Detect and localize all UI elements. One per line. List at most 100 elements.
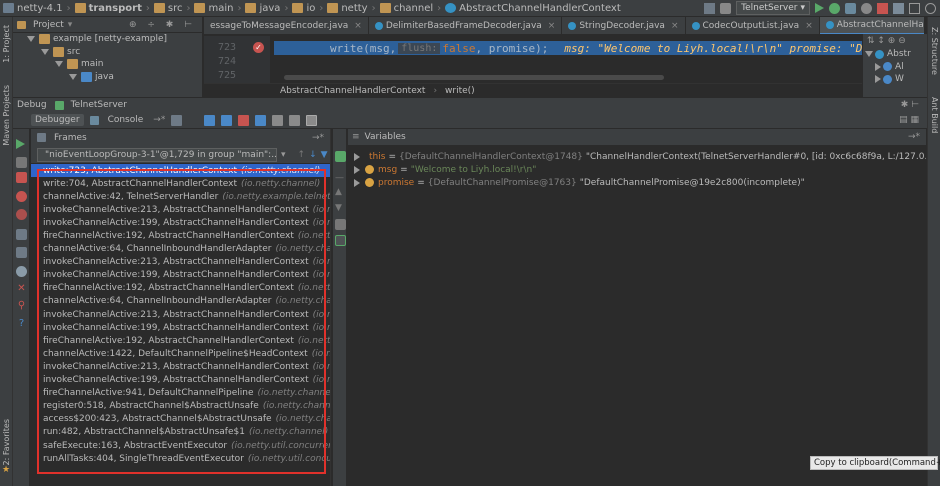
editor-tab-active[interactable]: AbstractChannelHandlerContext.java× [819,17,924,34]
frame-row[interactable]: invokeChannelActive:213, AbstractChannel… [31,308,330,321]
stop-icon[interactable] [16,172,27,183]
help-icon[interactable]: ? [16,319,27,330]
hammer-icon[interactable] [720,2,732,14]
variable-row[interactable]: promise = {DefaultChannelPromise@1763} "Def… [348,176,926,189]
restore-layout-icon[interactable] [16,247,27,258]
structure-tool-button[interactable]: Z: Structure [930,27,939,75]
close-icon[interactable]: × [805,21,813,31]
ant-build-tool-button[interactable]: Ant Build [930,97,939,133]
frame-row[interactable]: channelActive:1422, DefaultChannelPipeli… [31,347,330,360]
chevron-down-icon[interactable]: ▾ [68,20,73,30]
close-icon[interactable]: × [354,21,362,31]
structure-item[interactable]: Al [863,61,927,74]
project-tool-button[interactable]: 1: Project [2,25,11,63]
horizontal-scrollbar[interactable] [284,75,664,80]
structure-item[interactable]: W [863,73,927,86]
panel-actions-icons[interactable]: ⊕ ÷ ✱ ⊢ [129,20,196,30]
frame-row[interactable]: runAllTasks:404, SingleThreadEventExecut… [31,452,330,465]
frame-row[interactable]: invokeChannelActive:213, AbstractChannel… [31,203,330,216]
frame-row[interactable]: fireChannelActive:192, AbstractChannelHa… [31,334,330,347]
favorites-tool-button[interactable]: 2: Favorites [2,419,11,465]
frame-row[interactable]: write:704, AbstractChannelHandlerContext… [31,177,330,190]
current-execution-line[interactable]: write(msg, flush: false , promise); msg:… [274,41,924,55]
breadcrumb-item[interactable]: channel [377,3,437,14]
frame-row[interactable]: invokeChannelActive:199, AbstractChannel… [31,269,330,282]
frame-row[interactable]: access$200:423, AbstractChannel$Abstract… [31,413,330,426]
breadcrumb-item[interactable]: java [242,3,283,14]
maven-projects-tool-button[interactable]: Maven Projects [2,85,11,146]
tab-debugger[interactable]: Debugger [31,114,84,126]
tab-console[interactable]: Console [108,114,148,126]
tree-node[interactable]: src [13,46,202,59]
frame-row[interactable]: fireChannelActive:192, AbstractChannelHa… [31,282,330,295]
close-icon[interactable]: × [671,21,679,31]
force-step-into-icon[interactable] [238,114,250,126]
breadcrumb-item[interactable]: AbstractChannelHandlerContext [442,3,624,14]
breakpoint-icon[interactable]: ✓ [253,42,264,53]
frame-row[interactable]: register0:518, AbstractChannel$AbstractU… [31,400,330,413]
restore-icon[interactable]: →* [908,132,920,142]
expand-arrow-icon[interactable] [354,152,360,161]
frame-row[interactable]: channelActive:64, ChannelInboundHandlerA… [31,295,330,308]
editor-tab[interactable]: DelimiterBasedFrameDecoder.java × [369,17,563,34]
debug-session-tab[interactable]: TelnetServer [71,100,127,110]
run-to-cursor-icon[interactable] [289,114,301,126]
project-panel-title[interactable]: Project [33,20,64,30]
editor-crumb-class[interactable]: AbstractChannelHandlerContext [280,86,425,96]
breadcrumb-item[interactable]: io [289,3,318,14]
restore-icon[interactable]: →* [312,133,324,143]
debug-icon[interactable] [829,2,840,14]
layout-settings-icon[interactable]: ▤ ▦ [899,115,919,125]
breadcrumb-item[interactable]: netty [324,3,370,14]
breadcrumb-item[interactable]: src [151,3,186,14]
tree-node[interactable]: main [13,58,202,71]
move-down-icon[interactable]: ▼ [335,203,346,214]
move-up-icon[interactable]: ▲ [335,187,346,198]
profile-icon[interactable] [861,2,872,14]
step-over-icon[interactable] [204,114,216,126]
variable-row[interactable]: this = {DefaultChannelHandlerContext@1748}… [348,150,926,163]
search-icon[interactable] [925,2,936,14]
stop-icon[interactable] [877,2,888,14]
remove-watch-icon[interactable]: — [335,173,346,184]
editor-tab[interactable]: essageToMessageEncoder.java × [204,17,369,34]
step-into-icon[interactable] [221,114,233,126]
run-icon[interactable] [815,3,824,13]
frame-row[interactable]: fireChannelActive:192, AbstractChannelHa… [31,229,330,242]
breadcrumb-item[interactable]: transport [72,3,145,14]
frame-row[interactable]: invokeChannelActive:199, AbstractChannel… [31,216,330,229]
frame-row[interactable]: fireChannelActive:941, DefaultChannelPip… [31,387,330,400]
vcs-icon[interactable] [893,2,904,14]
run-configuration-select[interactable]: TelnetServer ▾ [736,1,810,15]
filter-icon[interactable]: ▼ [321,150,328,160]
down-arrow-icon[interactable]: ↓ [309,150,317,160]
duplicate-watch-icon[interactable] [335,219,346,230]
settings-icon[interactable]: ✱ ⊢ [901,100,919,110]
frame-row[interactable]: invokeChannelActive:199, AbstractChannel… [31,374,330,387]
settings-icon[interactable] [16,266,27,277]
frame-row[interactable]: invokeChannelActive:213, AbstractChannel… [31,256,330,269]
frame-row[interactable]: safeExecute:163, AbstractEventExecutor (i… [31,439,330,452]
tree-node[interactable]: java [13,71,202,84]
evaluate-expression-icon[interactable] [306,114,318,126]
chevron-down-icon[interactable]: ▾ [281,150,286,160]
drop-frame-icon[interactable] [272,114,284,126]
frame-row-selected[interactable]: write:723, AbstractChannelHandlerContext… [31,164,330,178]
editor-crumb-method[interactable]: write() [445,86,475,96]
resume-icon[interactable] [16,139,25,149]
pause-icon[interactable] [16,157,27,168]
new-watch-icon[interactable] [335,151,346,162]
variable-row[interactable]: msg = "Welcome to Liyh.local!\r\n" [348,163,926,176]
mute-breakpoints-icon[interactable] [16,209,27,220]
frame-row[interactable]: run:482, AbstractChannel$AbstractUnsafe$… [31,426,330,439]
pin-icon[interactable]: ⚲ [16,301,27,312]
frame-row[interactable]: invokeChannelActive:213, AbstractChannel… [31,360,330,373]
coverage-icon[interactable] [845,2,856,14]
frame-row[interactable]: channelActive:64, ChannelInboundHandlerA… [31,243,330,256]
thread-select[interactable]: "nioEventLoopGroup-3-1"@1,729 in group "… [37,147,277,162]
view-breakpoints-icon[interactable] [16,191,27,202]
layout-icon[interactable] [909,2,920,14]
close-icon[interactable]: × [548,21,556,31]
step-out-icon[interactable] [255,114,267,126]
get-thread-dump-icon[interactable] [16,229,27,240]
